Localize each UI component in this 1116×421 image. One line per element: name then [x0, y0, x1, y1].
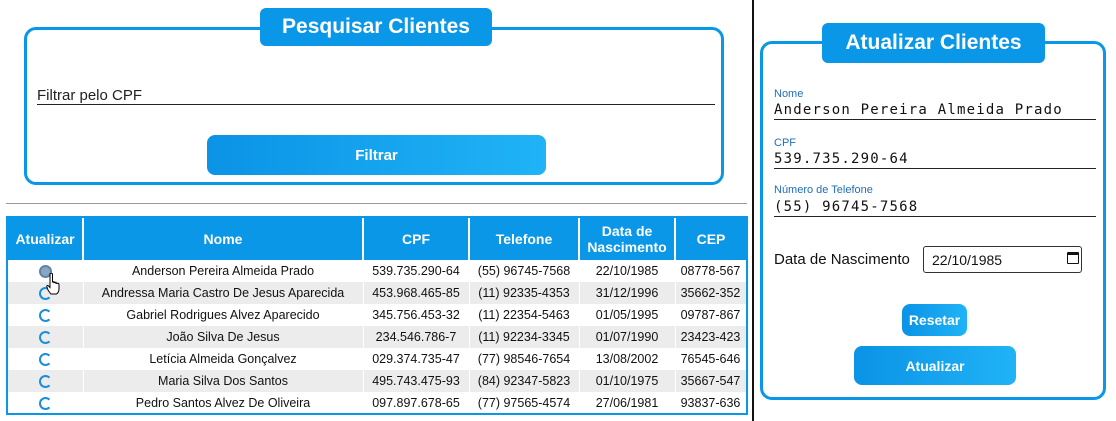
cell-telefone: (55) 96745-7568 — [469, 260, 580, 282]
cell-nascimento: 31/12/1996 — [579, 282, 676, 304]
table-row[interactable]: João Silva De Jesus 234.546.786-7 (11) 9… — [8, 326, 746, 348]
cell-telefone: (11) 22354-5463 — [469, 304, 580, 326]
cell-cep: 35662-352 — [675, 282, 746, 304]
cell-telefone: (77) 98546-7654 — [469, 348, 580, 370]
table-header-row: Atualizar Nome CPF Telefone Data de Nasc… — [8, 218, 746, 260]
cell-nome: Gabriel Rodrigues Alvez Aparecido — [83, 304, 364, 326]
column-header-cep[interactable]: CEP — [675, 218, 746, 260]
table-row[interactable]: Maria Silva Dos Santos 495.743.475-93 (8… — [8, 370, 746, 392]
cell-telefone: (11) 92335-4353 — [469, 282, 580, 304]
cpf-label: CPF — [774, 137, 796, 149]
cell-cep: 08778-567 — [675, 260, 746, 282]
table-row[interactable]: Anderson Pereira Almeida Prado 539.735.2… — [8, 260, 746, 282]
column-header-telefone[interactable]: Telefone — [469, 218, 580, 260]
cell-cep: 35667-547 — [675, 370, 746, 392]
cell-nome: Pedro Santos Alvez De Oliveira — [83, 392, 364, 413]
column-header-nome[interactable]: Nome — [83, 218, 364, 260]
panel-divider — [752, 0, 754, 421]
refresh-icon[interactable] — [38, 287, 52, 301]
cell-cpf: 029.374.735-47 — [363, 348, 470, 370]
cell-nome: Maria Silva Dos Santos — [83, 370, 364, 392]
cell-nascimento: 13/08/2002 — [579, 348, 676, 370]
refresh-icon[interactable] — [38, 353, 52, 367]
search-panel-title: Pesquisar Clientes — [260, 8, 492, 46]
nome-label: Nome — [774, 88, 804, 100]
cell-nome: Andressa Maria Castro De Jesus Aparecida — [83, 282, 364, 304]
refresh-icon[interactable] — [38, 309, 52, 323]
column-header-nascimento[interactable]: Data de Nascimento — [579, 218, 676, 260]
cpf-field[interactable] — [774, 150, 1096, 169]
cell-cpf: 234.546.786-7 — [363, 326, 470, 348]
telefone-field[interactable] — [774, 198, 1096, 217]
refresh-icon[interactable] — [38, 375, 52, 389]
cell-nascimento: 01/10/1975 — [579, 370, 676, 392]
cell-nome: Anderson Pereira Almeida Prado — [83, 260, 364, 282]
cell-cep: 76545-646 — [675, 348, 746, 370]
table-row[interactable]: Andressa Maria Castro De Jesus Aparecida… — [8, 282, 746, 304]
cell-cpf: 539.735.290-64 — [363, 260, 470, 282]
column-header-cpf[interactable]: CPF — [363, 218, 470, 260]
section-divider — [6, 203, 747, 204]
cell-nome: João Silva De Jesus — [83, 326, 364, 348]
cell-cpf: 453.968.465-85 — [363, 282, 470, 304]
cell-nascimento: 01/05/1995 — [579, 304, 676, 326]
cell-nascimento: 01/07/1990 — [579, 326, 676, 348]
cell-telefone: (77) 97565-4574 — [469, 392, 580, 413]
table-row[interactable]: Letícia Almeida Gonçalvez 029.374.735-47… — [8, 348, 746, 370]
cell-cpf: 495.743.475-93 — [363, 370, 470, 392]
nascimento-value: 22/10/1985 — [932, 252, 1003, 268]
cell-cep: 09787-867 — [675, 304, 746, 326]
update-button[interactable]: Atualizar — [854, 346, 1016, 385]
telefone-label: Número de Telefone — [774, 184, 873, 196]
cell-cpf: 097.897.678-65 — [363, 392, 470, 413]
cell-cpf: 345.756.453-32 — [363, 304, 470, 326]
table-row[interactable]: Pedro Santos Alvez De Oliveira 097.897.6… — [8, 392, 746, 413]
clients-table: Atualizar Nome CPF Telefone Data de Nasc… — [6, 216, 748, 415]
nascimento-label: Data de Nascimento — [774, 251, 910, 268]
calendar-icon[interactable] — [1067, 252, 1079, 264]
cell-telefone: (11) 92234-3345 — [469, 326, 580, 348]
refresh-icon[interactable] — [38, 331, 52, 345]
refresh-icon[interactable] — [38, 397, 52, 411]
cell-nascimento: 27/06/1981 — [579, 392, 676, 413]
cpf-filter-input[interactable] — [37, 86, 715, 105]
cell-nascimento: 22/10/1985 — [579, 260, 676, 282]
filter-button[interactable]: Filtrar — [207, 135, 546, 175]
cell-cep: 93837-636 — [675, 392, 746, 413]
table-row[interactable]: Gabriel Rodrigues Alvez Aparecido 345.75… — [8, 304, 746, 326]
cell-nome: Letícia Almeida Gonçalvez — [83, 348, 364, 370]
cell-telefone: (84) 92347-5823 — [469, 370, 580, 392]
nome-field[interactable] — [774, 101, 1096, 120]
cell-cep: 23423-423 — [675, 326, 746, 348]
update-panel-title: Atualizar Clientes — [822, 23, 1045, 63]
reset-button[interactable]: Resetar — [902, 304, 967, 336]
column-header-atualizar[interactable]: Atualizar — [8, 218, 84, 260]
refresh-icon[interactable] — [38, 265, 52, 279]
